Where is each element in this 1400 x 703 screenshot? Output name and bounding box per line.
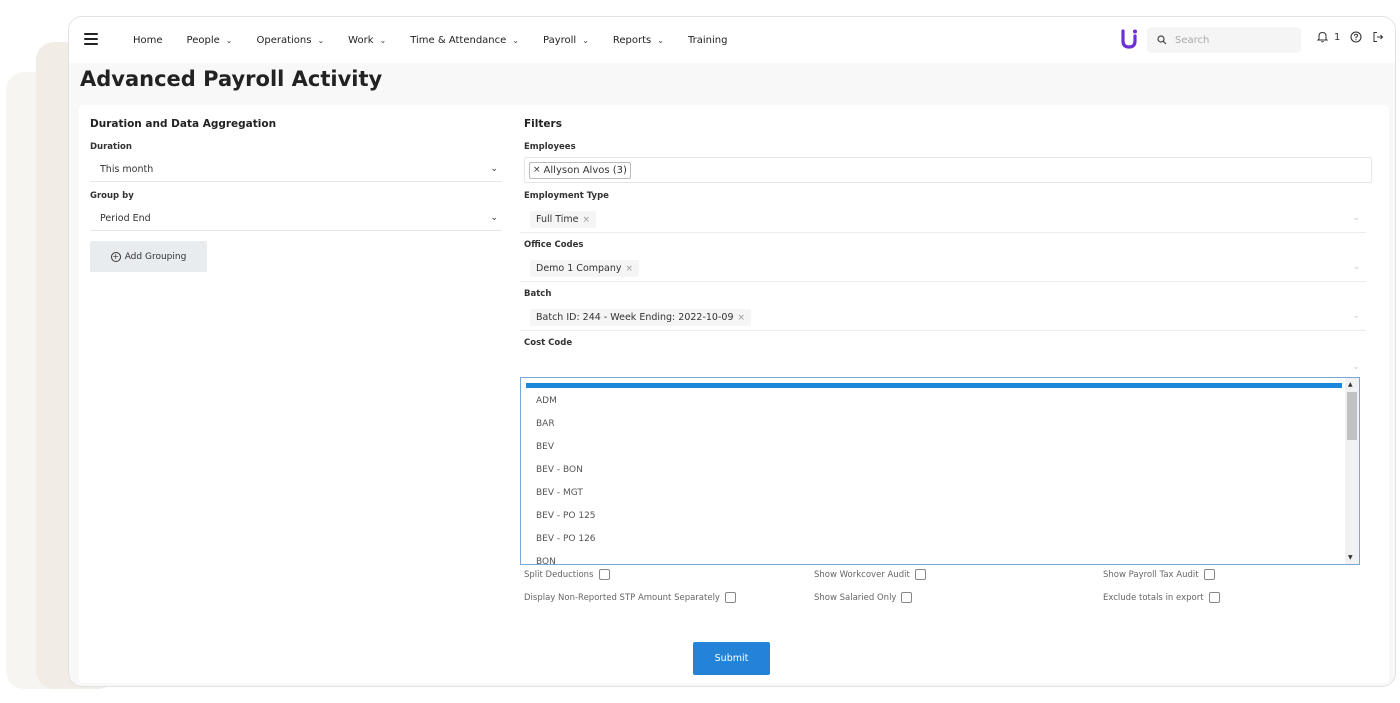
group-by-label: Group by bbox=[90, 191, 134, 201]
employment-type-select[interactable]: Full Time × ⌄ bbox=[520, 207, 1366, 233]
show-payroll-tax-audit-checkbox[interactable] bbox=[1203, 569, 1215, 580]
search-input[interactable] bbox=[1173, 33, 1283, 47]
chevron-down-icon: ⌄ bbox=[512, 35, 519, 45]
option-show-salaried-only: Show Salaried Only bbox=[814, 592, 913, 603]
report-form-panel: Duration and Data Aggregation Duration T… bbox=[79, 105, 1389, 683]
dropdown-option[interactable]: BEV - BON bbox=[536, 465, 583, 475]
office-code-chip[interactable]: Demo 1 Company × bbox=[530, 260, 640, 277]
nav-item-home[interactable]: Home bbox=[133, 35, 163, 46]
show-salaried-only-checkbox[interactable] bbox=[901, 592, 913, 603]
dropdown-option[interactable]: BEV - PO 125 bbox=[536, 511, 596, 521]
dropdown-scrollbar[interactable]: ▲ ▼ bbox=[1345, 378, 1359, 564]
chevron-down-icon: ⌄ bbox=[657, 35, 664, 45]
office-codes-select[interactable]: Demo 1 Company × ⌄ bbox=[520, 256, 1366, 282]
remove-icon[interactable]: × bbox=[626, 264, 634, 274]
employment-type-label: Employment Type bbox=[524, 191, 609, 201]
search-box[interactable] bbox=[1147, 27, 1301, 53]
scroll-up-icon[interactable]: ▲ bbox=[1348, 381, 1353, 388]
chevron-down-icon: ⌄ bbox=[1352, 362, 1360, 372]
dropdown-option[interactable]: BON bbox=[536, 557, 556, 564]
employees-label: Employees bbox=[524, 142, 576, 152]
brand-logo-icon[interactable] bbox=[1121, 29, 1137, 49]
nav-item-payroll[interactable]: Payroll ⌄ bbox=[543, 35, 589, 46]
cost-code-label: Cost Code bbox=[524, 338, 573, 348]
remove-icon[interactable]: × bbox=[533, 165, 541, 175]
chevron-down-icon: ⌄ bbox=[1352, 262, 1360, 272]
top-navigation: Home People ⌄ Operations ⌄ Work ⌄ Time & At… bbox=[69, 17, 1395, 63]
scroll-down-icon[interactable]: ▼ bbox=[1348, 554, 1353, 561]
help-icon[interactable] bbox=[1350, 31, 1362, 43]
dropdown-option[interactable]: BAR bbox=[536, 419, 555, 429]
add-grouping-button[interactable]: + Add Grouping bbox=[90, 241, 207, 272]
split-deductions-checkbox[interactable] bbox=[598, 569, 610, 580]
dropdown-highlight bbox=[526, 383, 1342, 388]
chevron-down-icon: ⌄ bbox=[225, 35, 233, 45]
chevron-down-icon: ⌄ bbox=[490, 213, 498, 223]
nav-menu: Home People ⌄ Operations ⌄ Work ⌄ Time & At… bbox=[133, 17, 751, 63]
filters-section-title: Filters bbox=[524, 118, 562, 130]
duration-value: This month bbox=[100, 164, 154, 175]
notification-count[interactable]: 1 bbox=[1334, 32, 1340, 43]
batch-select[interactable]: Batch ID: 244 - Week Ending: 2022-10-09 … bbox=[520, 305, 1366, 331]
nav-item-training[interactable]: Training bbox=[688, 35, 727, 46]
duration-select[interactable]: This month ⌄ bbox=[90, 158, 502, 182]
chevron-down-icon: ⌄ bbox=[379, 35, 387, 45]
nav-item-reports[interactable]: Reports ⌄ bbox=[613, 35, 664, 46]
group-by-select[interactable]: Period End ⌄ bbox=[90, 207, 502, 231]
nav-item-time-attendance[interactable]: Time & Attendance ⌄ bbox=[410, 35, 519, 46]
office-codes-label: Office Codes bbox=[524, 240, 584, 250]
option-show-workcover-audit: Show Workcover Audit bbox=[814, 569, 926, 580]
remove-icon[interactable]: × bbox=[738, 313, 746, 323]
logout-icon[interactable] bbox=[1372, 31, 1384, 43]
remove-icon[interactable]: × bbox=[583, 215, 591, 225]
chevron-down-icon: ⌄ bbox=[1352, 213, 1360, 223]
dropdown-option[interactable]: BEV - PO 126 bbox=[536, 534, 596, 544]
employee-tag[interactable]: × Allyson Alvos (3) bbox=[529, 161, 631, 179]
chevron-down-icon: ⌄ bbox=[490, 164, 498, 174]
search-icon bbox=[1157, 35, 1167, 45]
exclude-totals-checkbox[interactable] bbox=[1208, 592, 1220, 603]
employees-input[interactable]: × Allyson Alvos (3) bbox=[524, 157, 1372, 183]
duration-label: Duration bbox=[90, 142, 132, 152]
show-workcover-audit-checkbox[interactable] bbox=[914, 569, 926, 580]
nav-actions: 1 bbox=[1317, 31, 1390, 43]
chevron-down-icon: ⌄ bbox=[582, 35, 589, 45]
chevron-down-icon: ⌄ bbox=[317, 35, 325, 45]
option-display-non-reported: Display Non-Reported STP Amount Separate… bbox=[524, 592, 736, 603]
batch-label: Batch bbox=[524, 289, 552, 299]
duration-section-title: Duration and Data Aggregation bbox=[90, 118, 277, 130]
display-non-reported-checkbox[interactable] bbox=[724, 592, 736, 603]
hamburger-icon[interactable] bbox=[84, 33, 98, 45]
batch-chip[interactable]: Batch ID: 244 - Week Ending: 2022-10-09 … bbox=[530, 309, 752, 326]
app-window: Home People ⌄ Operations ⌄ Work ⌄ Time & At… bbox=[68, 16, 1396, 687]
cost-code-dropdown[interactable]: ADM BAR BEV BEV - BON BEV - MGT BEV - PO… bbox=[520, 377, 1360, 565]
group-by-value: Period End bbox=[100, 213, 151, 224]
dropdown-option[interactable]: ADM bbox=[536, 396, 557, 406]
chevron-down-icon: ⌄ bbox=[1352, 311, 1360, 321]
nav-item-work[interactable]: Work ⌄ bbox=[348, 35, 386, 46]
option-split-deductions: Split Deductions bbox=[524, 569, 610, 580]
bell-icon[interactable] bbox=[1317, 31, 1328, 43]
option-exclude-totals: Exclude totals in export bbox=[1103, 592, 1220, 603]
submit-button[interactable]: Submit bbox=[693, 642, 770, 675]
nav-item-operations[interactable]: Operations ⌄ bbox=[256, 35, 324, 46]
option-show-payroll-tax-audit: Show Payroll Tax Audit bbox=[1103, 569, 1215, 580]
employment-type-chip[interactable]: Full Time × bbox=[530, 211, 597, 228]
dropdown-option[interactable]: BEV - MGT bbox=[536, 488, 583, 498]
dropdown-option[interactable]: BEV bbox=[536, 442, 554, 452]
page-title: Advanced Payroll Activity bbox=[80, 67, 383, 91]
scrollbar-thumb[interactable] bbox=[1347, 392, 1357, 440]
plus-circle-icon: + bbox=[110, 251, 121, 262]
nav-item-people[interactable]: People ⌄ bbox=[187, 35, 233, 46]
